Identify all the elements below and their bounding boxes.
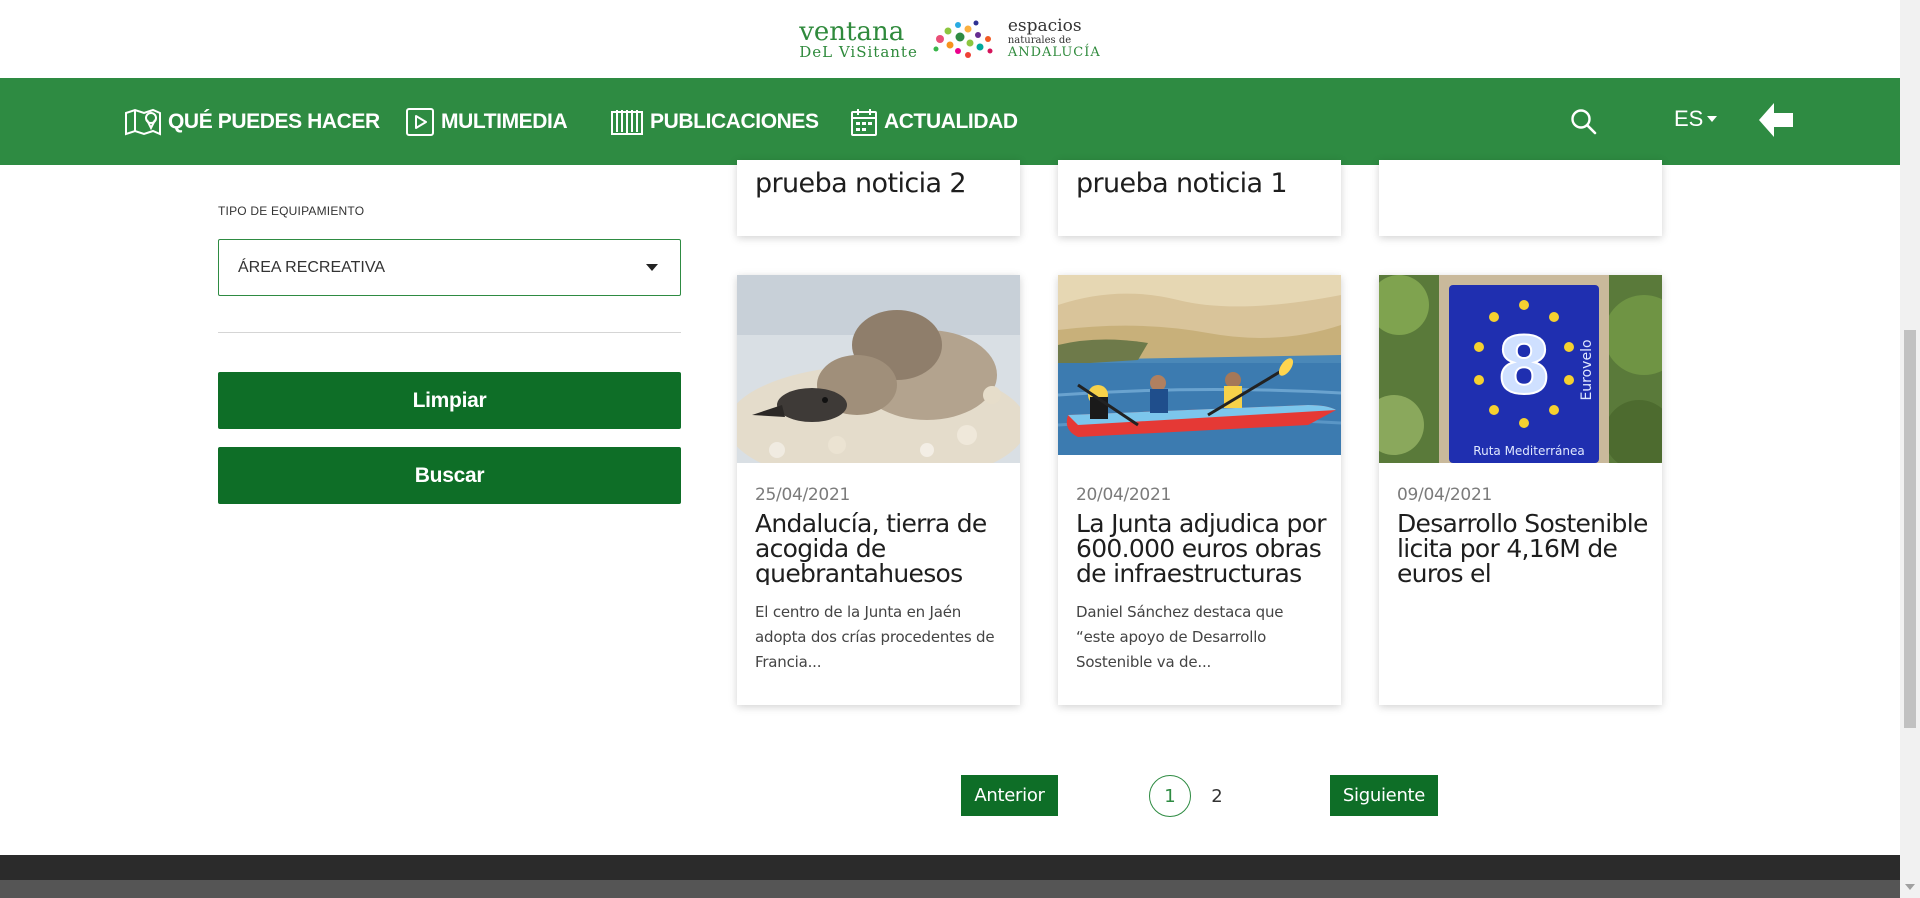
language-label: ES <box>1674 106 1704 131</box>
nav-item-multimedia[interactable]: MULTIMEDIA <box>405 78 568 165</box>
card-excerpt: El centro de la Junta en Jaén adopta dos… <box>755 603 995 671</box>
card-title: Andalucía, tierra de acogida de quebrant… <box>755 511 987 585</box>
card-excerpt: Daniel Sánchez destaca que “este apoyo d… <box>1076 603 1284 671</box>
nav-label: QUÉ PUEDES HACER <box>168 109 380 133</box>
card-title: prueba noticia 1 <box>1076 168 1288 199</box>
logo-line-2: DeL ViSitante <box>799 42 918 61</box>
footer-top <box>0 855 1900 880</box>
logo-text-left: ventana DeL ViSitante <box>799 19 918 60</box>
search-submit-button[interactable]: Buscar <box>218 447 681 504</box>
filter-divider <box>218 332 681 333</box>
scrollbar-thumb[interactable] <box>1904 330 1916 728</box>
caret-down-icon <box>646 264 658 271</box>
chevron-down-icon <box>1707 116 1718 122</box>
news-card[interactable] <box>1379 160 1662 236</box>
logo-text-right: espacios naturales de ANDALUCÍA <box>1007 16 1101 61</box>
card-date: 25/04/2021 <box>755 485 850 505</box>
logo-bar: ventana DeL ViSitante espacios naturales… <box>0 0 1900 78</box>
card-image-vulture-chick <box>737 275 1020 463</box>
language-selector[interactable]: ES <box>1674 106 1718 132</box>
main-nav: QUÉ PUEDES HACER MULTIMEDIA PUBLICACIONE… <box>0 78 1900 165</box>
arrow-left-icon <box>1759 103 1793 137</box>
footer-bottom <box>0 880 1900 898</box>
card-date: 20/04/2021 <box>1076 485 1171 505</box>
pagination-page-1[interactable]: 1 <box>1149 775 1191 817</box>
eurovelo-subtitle: Ruta Mediterránea <box>1473 444 1584 458</box>
page-root: ventana DeL ViSitante espacios naturales… <box>0 0 1920 898</box>
search-icon <box>1571 109 1597 135</box>
map-pin-icon <box>125 108 161 136</box>
news-card[interactable]: 25/04/2021 Andalucía, tierra de acogida … <box>737 275 1020 705</box>
equipment-type-select[interactable]: ÁREA RECREATIVA <box>218 239 681 296</box>
news-card[interactable]: 8 Eurovelo Ruta Mediterránea 09/04/2021 … <box>1379 275 1662 705</box>
search-button[interactable] <box>1570 108 1598 141</box>
eurovelo-word: Eurovelo <box>1579 339 1595 400</box>
news-card[interactable]: prueba noticia 2 <box>737 160 1020 236</box>
nav-item-publicaciones[interactable]: PUBLICACIONES <box>610 78 819 165</box>
back-button[interactable] <box>1756 100 1796 145</box>
logo-right-line-3: ANDALUCÍA <box>1007 45 1101 61</box>
nav-label: PUBLICACIONES <box>650 109 819 133</box>
card-title: prueba noticia 2 <box>755 168 967 199</box>
eurovelo-number: 8 <box>1497 322 1551 412</box>
news-card[interactable]: prueba noticia 1 <box>1058 160 1341 236</box>
pagination-page-2[interactable]: 2 <box>1196 775 1238 817</box>
card-title: La Junta adjudica por 600.000 euros obra… <box>1076 511 1327 585</box>
card-image-eurovelo-sign: 8 Eurovelo Ruta Mediterránea <box>1379 275 1662 463</box>
filter-type-label: TIPO DE EQUIPAMIENTO <box>218 204 365 218</box>
pagination-next-button[interactable]: Siguiente <box>1330 775 1438 816</box>
equipment-type-value: ÁREA RECREATIVA <box>238 258 385 276</box>
calendar-icon <box>851 108 877 136</box>
logo-line-1: ventana <box>799 16 905 47</box>
site-logo[interactable]: ventana DeL ViSitante espacios naturales… <box>799 17 1101 61</box>
scroll-down-arrow-icon[interactable] <box>1905 884 1915 890</box>
news-card[interactable]: 20/04/2021 La Junta adjudica por 600.000… <box>1058 275 1341 705</box>
card-title: Desarrollo Sostenible licita por 4,16M d… <box>1397 511 1648 585</box>
book-icon <box>611 109 643 135</box>
card-image-kayak <box>1058 275 1341 455</box>
nav-item-que-puedes-hacer[interactable]: QUÉ PUEDES HACER <box>124 78 380 165</box>
nav-item-actualidad[interactable]: ACTUALIDAD <box>850 78 1018 165</box>
nav-label: ACTUALIDAD <box>884 109 1018 133</box>
logo-right-line-1: espacios <box>1007 16 1082 36</box>
play-icon <box>406 107 434 136</box>
pagination-prev-button[interactable]: Anterior <box>961 775 1058 816</box>
clear-button[interactable]: Limpiar <box>218 372 681 429</box>
page-scrollbar[interactable] <box>1900 0 1920 898</box>
nav-label: MULTIMEDIA <box>441 109 568 133</box>
logo-flower-icon <box>933 20 993 58</box>
card-date: 09/04/2021 <box>1397 485 1492 505</box>
